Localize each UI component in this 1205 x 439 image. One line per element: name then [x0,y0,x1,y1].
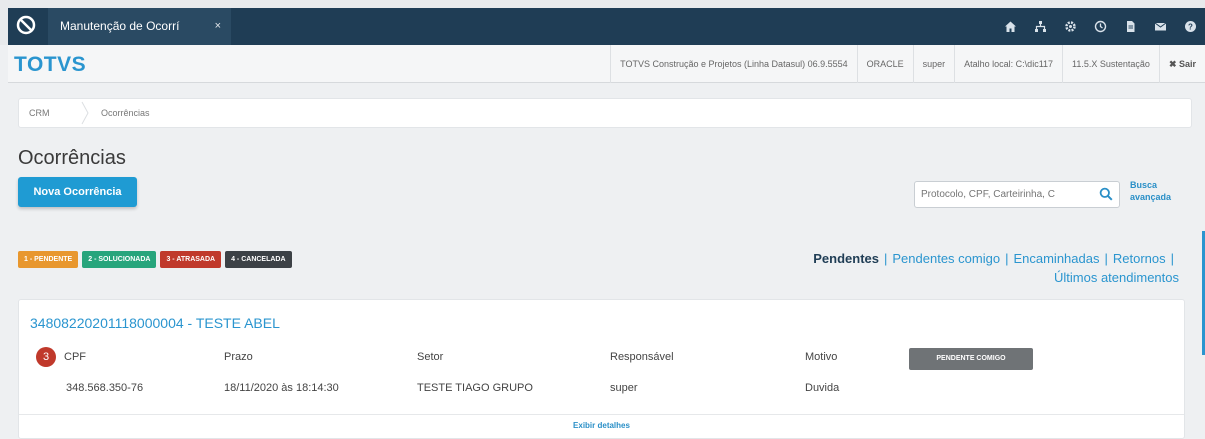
advanced-search-link[interactable]: Busca avançada [1130,179,1171,203]
tab-manutencao-ocorrencia[interactable]: Manutenção de Ocorrí × [48,8,231,45]
top-bar-inner: Manutenção de Ocorrí × ? [8,8,1205,45]
user-info: super [912,45,955,83]
value-cpf: 348.568.350-76 [66,382,144,394]
breadcrumb-item-ocorrencias: Ocorrências [101,108,150,118]
header-info: TOTVS Construção e Projetos (Linha Datas… [610,45,1205,83]
column-header-prazo: Prazo [224,351,253,363]
filter-separator: | [1170,251,1174,266]
breadcrumb-item-crm[interactable]: CRM [29,99,50,127]
filter-ultimos-atendimentos[interactable]: Últimos atendimentos [1054,270,1179,285]
occurrence-title-link[interactable]: 34808220201118000004 - TESTE ABEL [30,315,280,331]
filter-pendentes-comigo[interactable]: Pendentes comigo [892,251,1000,266]
column-header-motivo: Motivo [805,351,838,363]
filter-links: Pendentes | Pendentes comigo | Encaminhadas |… [719,249,1179,287]
status-badge: 3 [36,347,56,367]
value-responsavel: super [610,382,638,394]
value-prazo: 18/11/2020 às 18:14:30 [224,382,339,394]
exit-button[interactable]: ✖ Sair [1158,45,1205,83]
totvs-logo-icon[interactable] [16,15,36,35]
close-icon[interactable]: × [215,8,221,45]
brand-logo: TOTVS [14,53,87,76]
home-icon[interactable] [995,8,1025,45]
advanced-search-line2: avançada [1130,192,1172,202]
svg-text:?: ? [1188,23,1193,32]
status-tag-cancelada: 4 - CANCELADA [225,251,292,268]
new-occurrence-button[interactable]: Nova Ocorrência [18,177,137,207]
status-tag-atrasada: 3 - ATRASADA [160,251,222,268]
filter-separator: | [884,251,888,266]
search-input[interactable] [921,185,1097,204]
value-setor: TESTE TIAGO GRUPO [417,382,533,394]
column-header-setor: Setor [417,351,444,363]
gear-icon[interactable] [1055,8,1085,45]
product-info: TOTVS Construção e Projetos (Linha Datas… [610,45,856,83]
search-icon[interactable] [1099,187,1113,201]
app-header: TOTVS TOTVS Construção e Projetos (Linha… [8,45,1205,83]
filter-pendentes[interactable]: Pendentes [813,251,879,266]
search-box [914,181,1120,208]
filter-separator: | [1104,251,1108,266]
help-icon[interactable]: ? [1175,8,1205,45]
status-tag-pendente: 1 - PENDENTE [18,251,79,268]
status-tag-solucionada: 2 - SOLUCIONADA [82,251,157,268]
value-motivo: Duvida [805,382,840,394]
clock-icon[interactable] [1085,8,1115,45]
tab-title: Manutenção de Ocorrí [60,19,180,33]
network-icon[interactable] [1025,8,1055,45]
show-details-link[interactable]: Exibir detalhes [19,414,1184,438]
version-info: 11.5.X Sustentação [1062,45,1159,83]
advanced-search-line1: Busca [1130,180,1158,190]
database-info: ORACLE [856,45,913,83]
column-header-cpf: CPF [64,351,86,363]
top-icons: ? [995,8,1205,45]
page-title: Ocorrências [18,147,126,169]
document-icon[interactable] [1115,8,1145,45]
column-header-responsavel: Responsável [610,351,674,363]
filter-encaminhadas[interactable]: Encaminhadas [1013,251,1099,266]
shortcut-info: Atalho local: C:\dic117 [954,45,1062,83]
filter-separator: | [1005,251,1009,266]
breadcrumb: CRM Ocorrências [18,98,1192,128]
occurrence-card: 34808220201118000004 - TESTE ABEL 3 CPF … [18,299,1185,439]
status-legend: 1 - PENDENTE 2 - SOLUCIONADA 3 - ATRASAD… [18,251,292,268]
pendente-comigo-button[interactable]: PENDENTE COMIGO [909,348,1033,370]
top-bar: Manutenção de Ocorrí × ? [0,0,1205,45]
filter-retornos[interactable]: Retornos [1113,251,1166,266]
breadcrumb-separator-icon [81,101,89,125]
mail-icon[interactable] [1145,8,1175,45]
